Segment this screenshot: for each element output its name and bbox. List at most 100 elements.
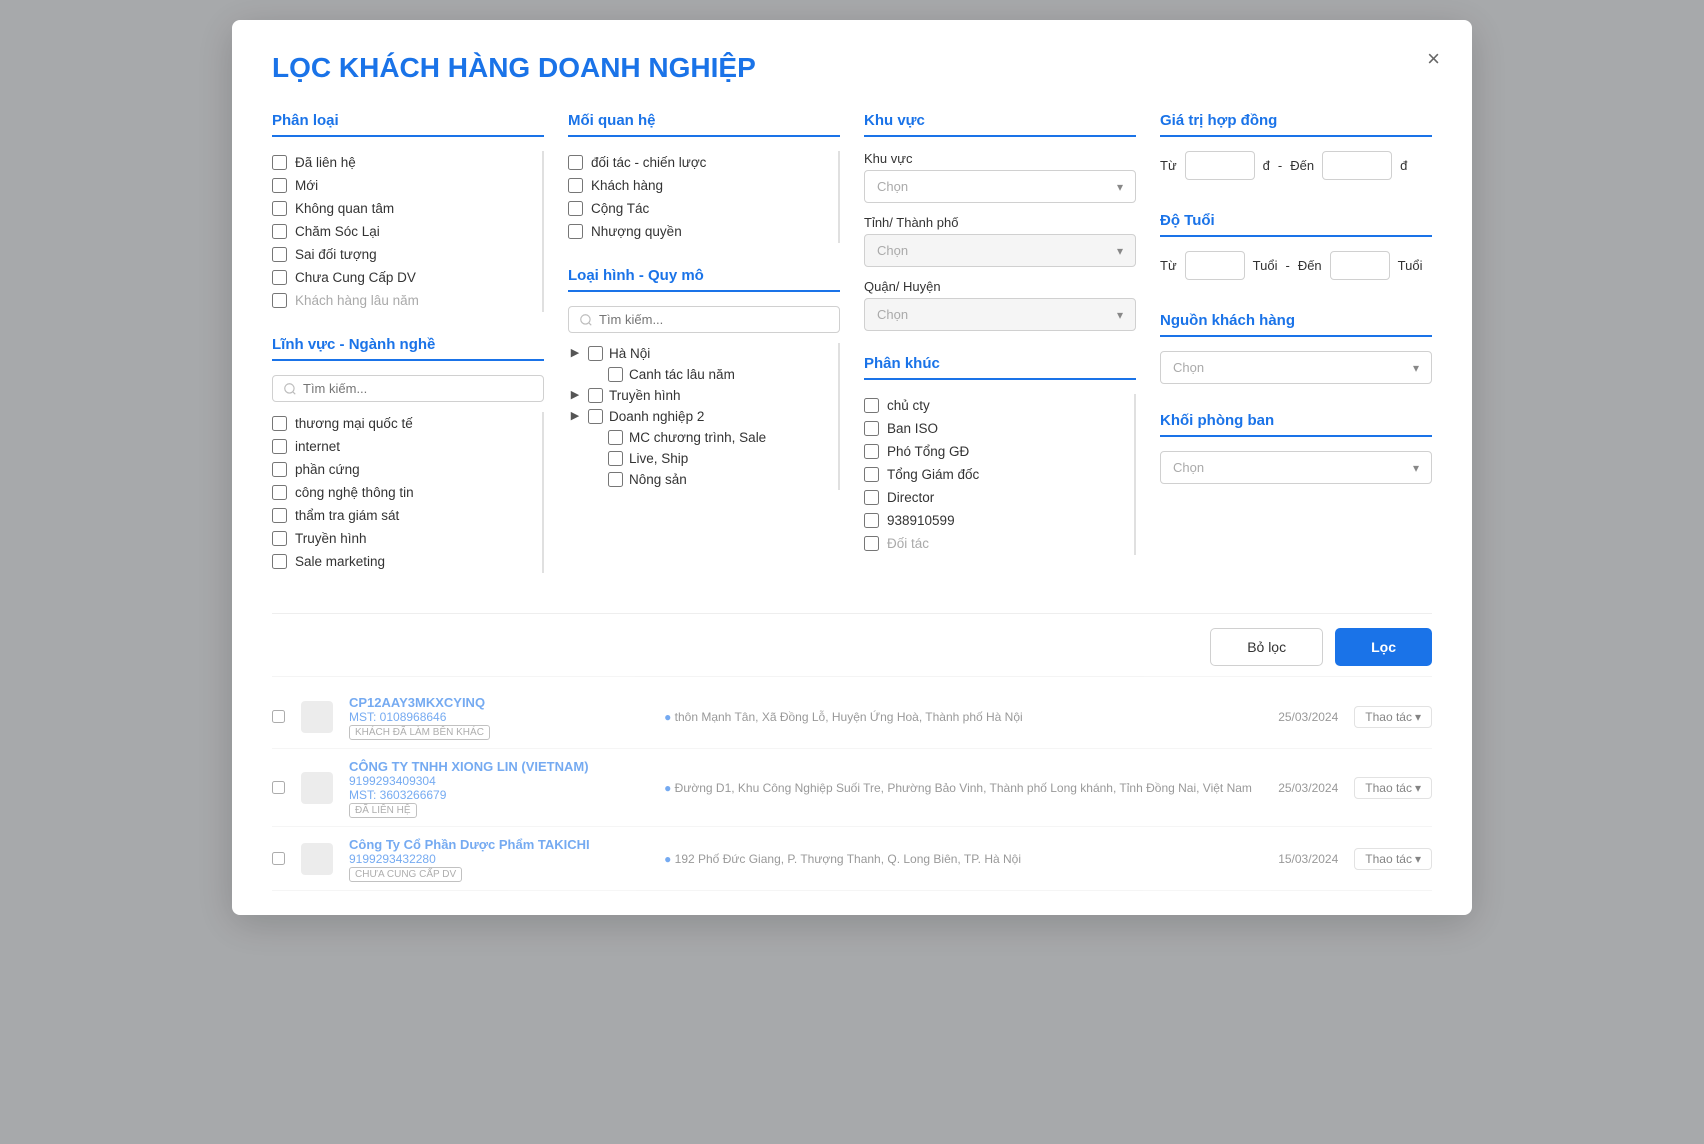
action-button[interactable]: Thao tác ▾ [1354,706,1432,728]
chevron-down-icon: ▾ [1415,852,1421,866]
cb-cong-nghe[interactable] [272,485,287,500]
action-button[interactable]: Thao tác ▾ [1354,777,1432,799]
cb-internet[interactable] [272,439,287,454]
close-button[interactable]: × [1427,48,1440,70]
gia-tri-from-input[interactable] [1185,151,1255,180]
list-item: thẩm tra giám sát [272,504,538,527]
cb-tham-tra[interactable] [272,508,287,523]
action-button[interactable]: Thao tác ▾ [1354,848,1432,870]
linh-vuc-search-wrap [272,375,544,402]
unit-from-age: Tuổi [1253,258,1278,273]
tax-code: MST: 3603266679 [349,788,648,802]
khu-vuc-placeholder: Chọn [877,179,908,194]
moi-quan-he-title: Mối quan hệ [568,112,840,137]
cb-cong-tac[interactable] [568,201,583,216]
cb-truyen-hinh-tree[interactable] [588,388,603,403]
linh-vuc-list: thương mại quốc tế internet phần cứng cô… [272,412,538,573]
chevron-down-icon: ▾ [1117,308,1123,322]
cb-khach-hang[interactable] [568,178,583,193]
cb-ha-noi[interactable] [588,346,603,361]
list-item: Chưa Cung Cấp DV [272,266,538,289]
cb-truyen-hinh[interactable] [272,531,287,546]
cb-director[interactable] [864,490,879,505]
do-tuoi-range: Từ Tuổi - Đến Tuổi [1160,251,1432,280]
cb-live-ship[interactable] [608,451,623,466]
search-icon [579,313,593,327]
list-item: đối tác - chiến lược [568,151,834,174]
khoi-pb-placeholder: Chọn [1173,460,1204,475]
cb-tong-gd[interactable] [864,467,879,482]
gia-tri-section: Giá trị hợp đồng Từ đ - Đến đ [1160,112,1432,180]
cb-thuong-mai[interactable] [272,416,287,431]
checkbox-khong-quan-tam[interactable] [272,201,287,216]
chevron-down-icon: ▾ [1413,461,1419,475]
linh-vuc-scroll[interactable]: thương mại quốc tế internet phần cứng cô… [272,412,544,573]
phan-loai-section: Phân loại Đã liên hệ Mới Không quan tâm … [272,112,544,312]
checkbox-khach-hang-lau[interactable] [272,293,287,308]
tinh-dropdown[interactable]: Chọn ▾ [864,234,1136,267]
nguon-kh-dropdown[interactable]: Chọn ▾ [1160,351,1432,384]
linh-vuc-search-input[interactable] [303,381,533,396]
cb-doi-tac[interactable] [568,155,583,170]
cb-dn2[interactable] [588,409,603,424]
cb-sale-mkt[interactable] [272,554,287,569]
quan-label: Quận/ Huyện [864,279,1136,294]
phan-khuc-scroll[interactable]: chủ cty Ban ISO Phó Tổng GĐ Tổng Giám đố… [864,394,1136,555]
list-item: internet [272,435,538,458]
moi-quan-he-scroll[interactable]: đối tác - chiến lược Khách hàng Cộng Tác… [568,151,840,243]
cb-phan-cung[interactable] [272,462,287,477]
khu-vuc-section: Khu vực Khu vực Chọn ▾ Tỉnh/ Thành phố C… [864,112,1136,331]
khu-vuc-title: Khu vực [864,112,1136,137]
loai-hinh-scroll[interactable]: ▶ Hà Nội ▶ Canh tác lâu năm [568,343,840,490]
quan-dropdown[interactable]: Chọn ▾ [864,298,1136,331]
gia-tri-to-input[interactable] [1322,151,1392,180]
khu-vuc-dropdown[interactable]: Chọn ▾ [864,170,1136,203]
row-checkbox[interactable] [272,852,285,865]
status-badge: KHÁCH ĐÃ LÀM BÊN KHÁC [349,725,490,740]
do-tuoi-from-input[interactable] [1185,251,1245,280]
cb-phone-num[interactable] [864,513,879,528]
status-badge: ĐÃ LIÊN HỆ [349,803,417,818]
cb-nhuong-quyen[interactable] [568,224,583,239]
cb-chu-cty[interactable] [864,398,879,413]
filter-button[interactable]: Lọc [1335,628,1432,666]
tinh-placeholder: Chọn [877,243,908,258]
checkbox-sai-doi-tuong[interactable] [272,247,287,262]
tinh-label: Tỉnh/ Thành phố [864,215,1136,230]
col-1: Phân loại Đã liên hệ Mới Không quan tâm … [272,112,544,597]
status-badge: CHƯA CUNG CẤP DV [349,867,462,882]
tree-toggle[interactable]: ▶ [568,411,582,422]
list-item: phần cứng [272,458,538,481]
tree-item-canh-tac: ▶ Canh tác lâu năm [588,364,834,385]
col-4: Giá trị hợp đồng Từ đ - Đến đ Độ Tuổi Từ [1160,112,1432,597]
table-row: CP12AAY3MKXCYINQ MST: 0108968646 KHÁCH Đ… [272,685,1432,749]
company-name: CÔNG TY TNHH XIONG LIN (VIETNAM) [349,759,648,774]
company-avatar [301,843,333,875]
tree-toggle[interactable]: ▶ [568,348,582,359]
moi-quan-he-list: đối tác - chiến lược Khách hàng Cộng Tác… [568,151,834,243]
list-item: chủ cty [864,394,1130,417]
checkbox-cham-soc-lai[interactable] [272,224,287,239]
phan-loai-scroll[interactable]: Đã liên hệ Mới Không quan tâm Chăm Sóc L… [272,151,544,312]
col-3: Khu vực Khu vực Chọn ▾ Tỉnh/ Thành phố C… [864,112,1136,597]
cb-ban-iso[interactable] [864,421,879,436]
checkbox-chua-cung-cap[interactable] [272,270,287,285]
khoi-pb-dropdown[interactable]: Chọn ▾ [1160,451,1432,484]
cb-canh-tac[interactable] [608,367,623,382]
reset-button[interactable]: Bỏ lọc [1210,628,1323,666]
tree-toggle[interactable]: ▶ [568,390,582,401]
cb-mc[interactable] [608,430,623,445]
row-checkbox[interactable] [272,781,285,794]
do-tuoi-to-input[interactable] [1330,251,1390,280]
unit-from: đ [1263,158,1270,173]
checkbox-da-lien-he[interactable] [272,155,287,170]
cb-nong-san[interactable] [608,472,623,487]
cb-doi-tac-pk[interactable] [864,536,879,551]
to-label: Đến [1290,158,1314,173]
row-checkbox[interactable] [272,710,285,723]
loai-hinh-search-input[interactable] [599,312,829,327]
list-item: công nghệ thông tin [272,481,538,504]
cb-pho-tong[interactable] [864,444,879,459]
checkbox-moi[interactable] [272,178,287,193]
gia-tri-title: Giá trị hợp đồng [1160,112,1432,137]
